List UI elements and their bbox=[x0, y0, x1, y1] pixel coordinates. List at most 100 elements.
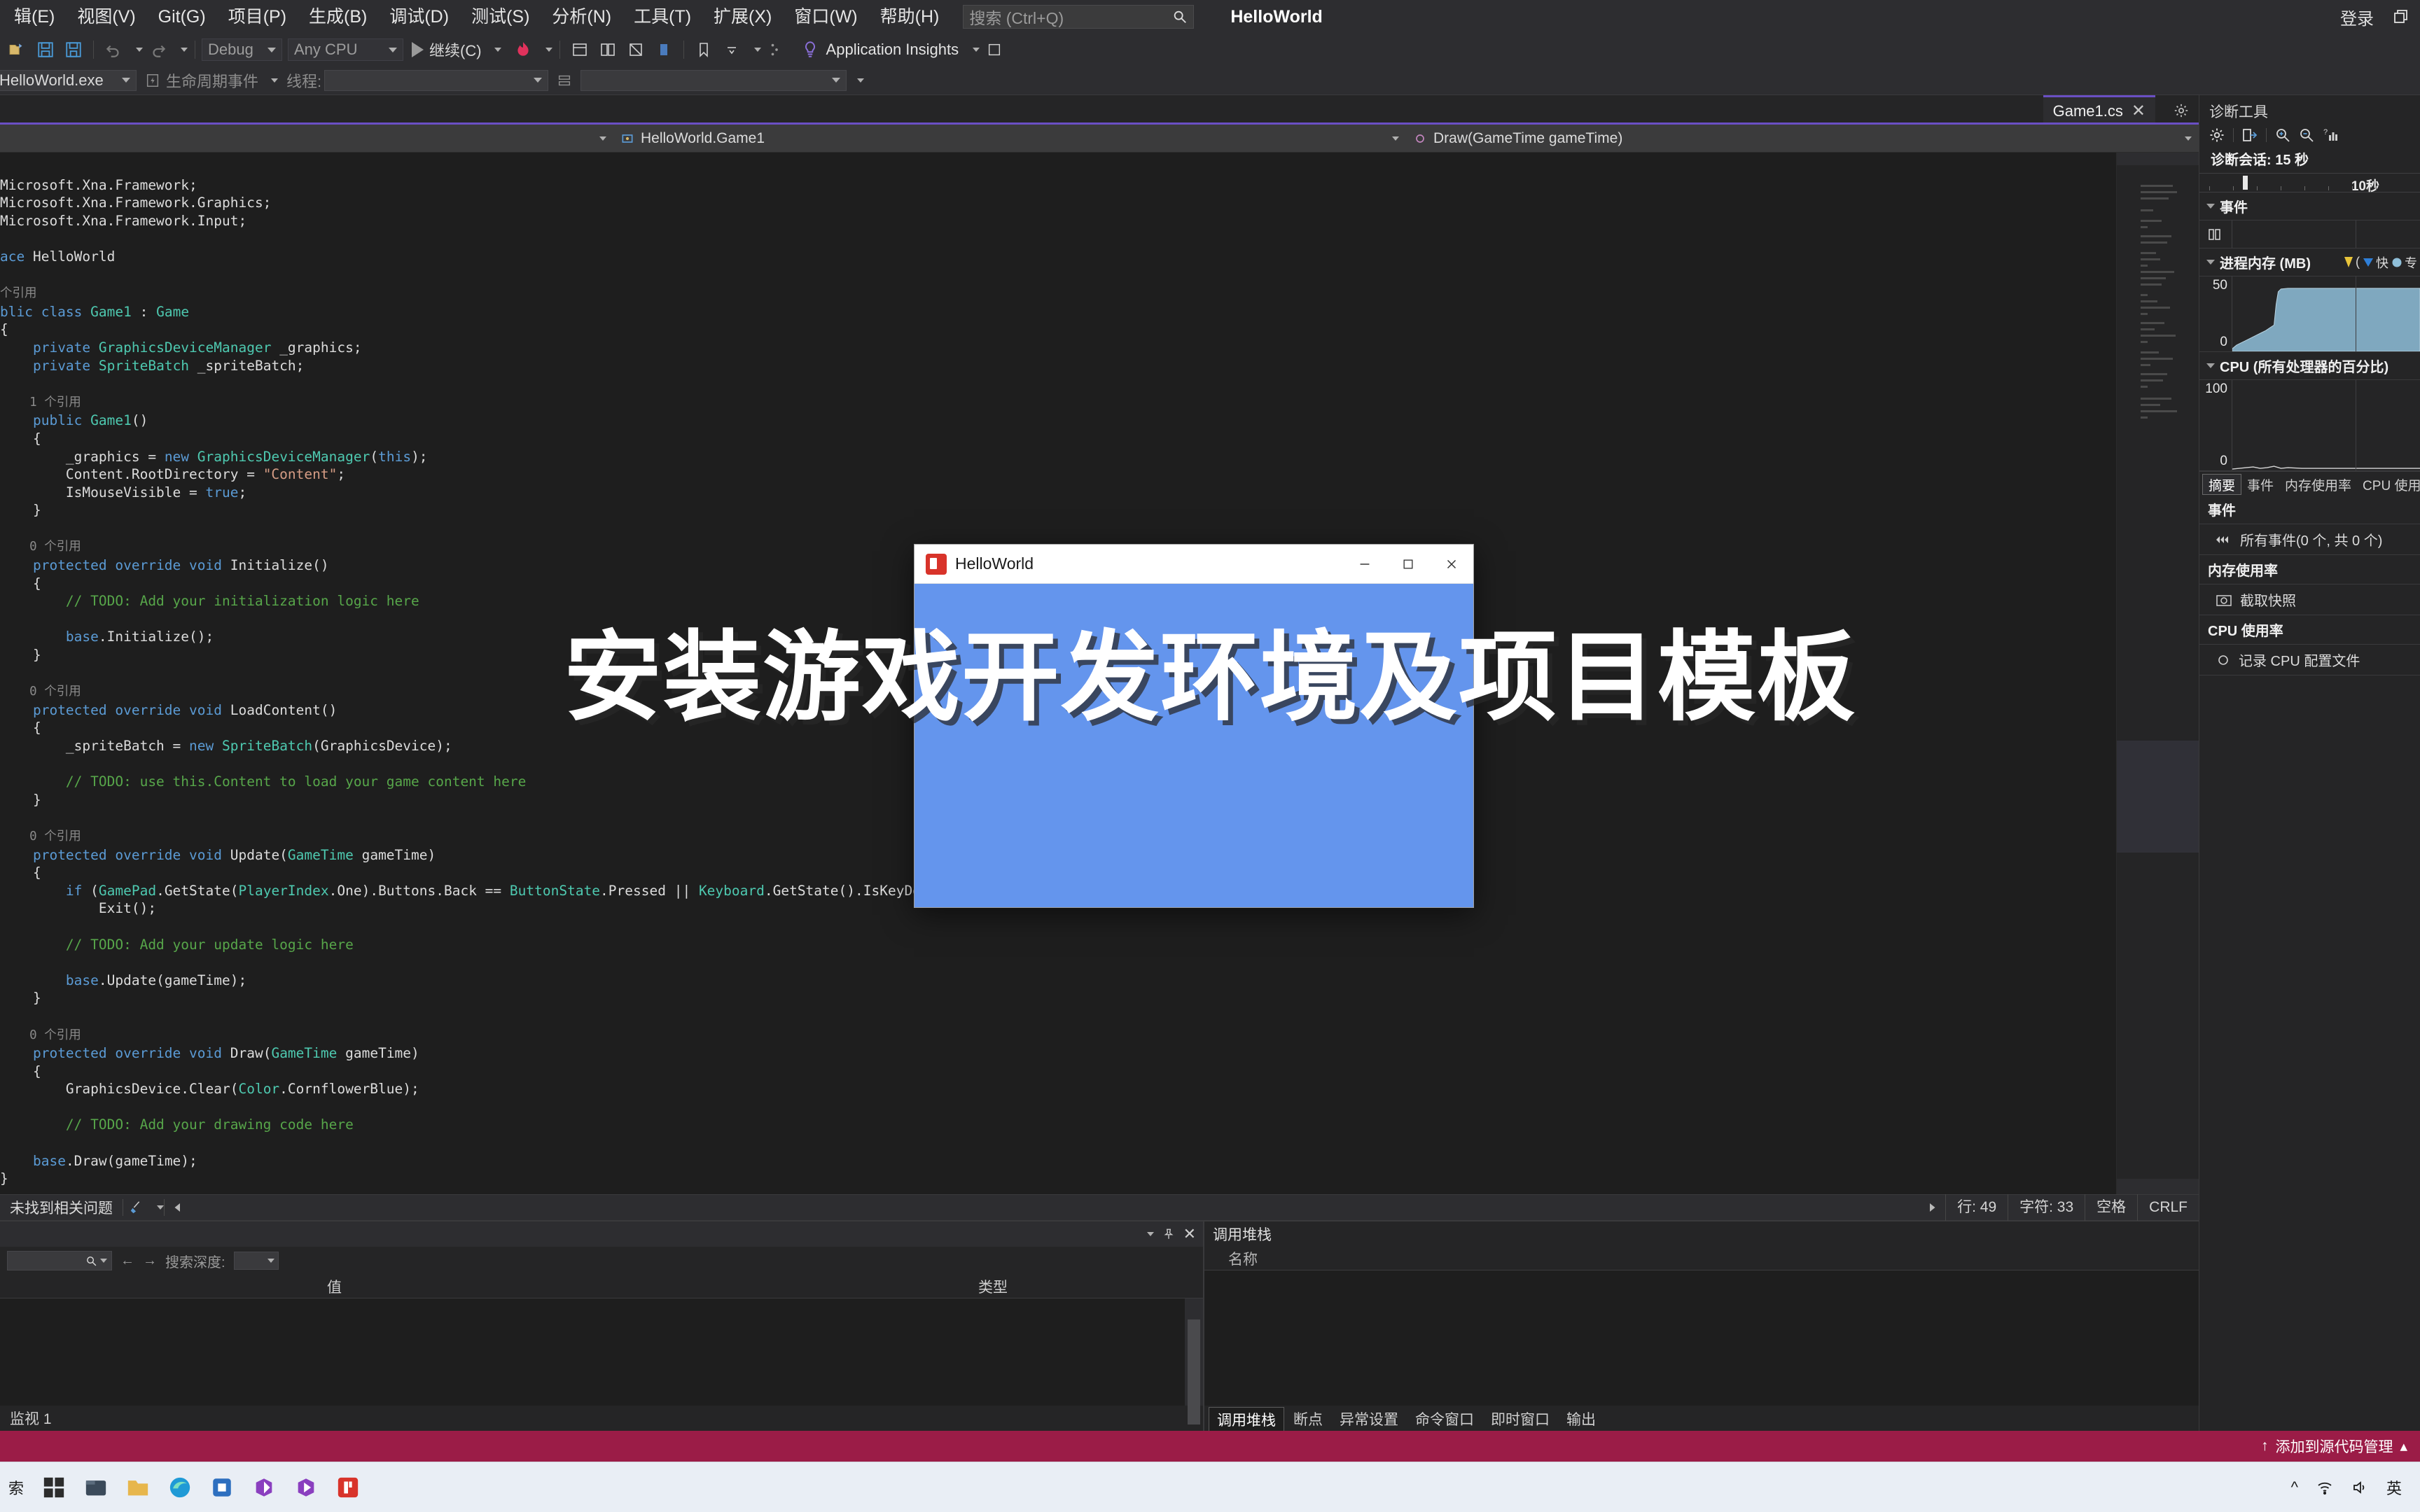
application-insights-button[interactable]: Application Insights bbox=[801, 39, 980, 60]
stack-frame-icon[interactable] bbox=[551, 67, 578, 94]
gear-icon[interactable] bbox=[2174, 103, 2189, 118]
platform-select[interactable]: Any CPU bbox=[288, 38, 403, 61]
chart-help-icon[interactable]: ? bbox=[2320, 125, 2341, 146]
breadcrumb-type[interactable]: HelloWorld.Game1 bbox=[613, 125, 1406, 153]
summary-item-all-events[interactable]: 所有事件(0 个, 共 0 个) bbox=[2199, 524, 2420, 555]
save-all-icon[interactable] bbox=[60, 36, 87, 63]
debug-window-icon[interactable] bbox=[566, 36, 593, 63]
summary-item-record-cpu[interactable]: 记录 CPU 配置文件 bbox=[2199, 645, 2420, 676]
broom-icon[interactable] bbox=[123, 1194, 150, 1221]
monogame-icon[interactable] bbox=[329, 1469, 367, 1506]
add-to-source-control-label[interactable]: 添加到源代码管理 bbox=[2275, 1436, 2393, 1457]
chevron-up-icon[interactable]: ▴ bbox=[2400, 1438, 2407, 1455]
gear-icon[interactable] bbox=[2206, 125, 2227, 146]
diag-tab-memory[interactable]: 内存使用率 bbox=[2279, 474, 2357, 495]
close-icon[interactable]: ✕ bbox=[1183, 1225, 1196, 1243]
redo-arrow-icon[interactable] bbox=[145, 36, 172, 63]
bookmark-dropdown[interactable] bbox=[746, 36, 762, 63]
file-explorer-icon[interactable] bbox=[77, 1469, 115, 1506]
status-indent[interactable]: 空格 bbox=[2085, 1194, 2137, 1221]
status-eol[interactable]: CRLF bbox=[2137, 1194, 2199, 1221]
minimap-viewport-thumb[interactable] bbox=[2117, 741, 2199, 853]
undo-arrow-icon[interactable] bbox=[100, 36, 127, 63]
hot-reload-dropdown[interactable] bbox=[538, 36, 553, 63]
edge-icon[interactable] bbox=[161, 1469, 199, 1506]
diag-tab-cpu[interactable]: CPU 使用 bbox=[2357, 474, 2420, 495]
menu-item-view[interactable]: 视图(V) bbox=[66, 0, 146, 34]
menu-item-tools[interactable]: 工具(T) bbox=[623, 0, 702, 34]
continue-button[interactable]: 继续(C) bbox=[405, 36, 508, 63]
minimize-icon[interactable] bbox=[1343, 545, 1386, 584]
diagnostic-timeline-ruler[interactable]: 10秒 bbox=[2199, 173, 2420, 194]
game-window-titlebar[interactable]: HelloWorld bbox=[915, 545, 1473, 584]
open-folder-icon[interactable] bbox=[4, 36, 31, 63]
summary-item-take-snapshot[interactable]: 截取快照 bbox=[2199, 584, 2420, 615]
tab-command-window[interactable]: 命令窗口 bbox=[1407, 1407, 1482, 1431]
diagnostic-cpu-section[interactable]: CPU (所有处理器的百分比) bbox=[2199, 352, 2420, 380]
menu-item-help[interactable]: 帮助(H) bbox=[869, 0, 951, 34]
redo-dropdown[interactable] bbox=[173, 36, 188, 63]
store-icon[interactable] bbox=[203, 1469, 241, 1506]
lifecycle-events-button[interactable]: 生命周期事件 bbox=[139, 69, 284, 92]
menu-item-edit[interactable]: 辑(E) bbox=[3, 0, 66, 34]
maximize-icon[interactable] bbox=[1386, 545, 1430, 584]
game-canvas[interactable] bbox=[915, 584, 1473, 907]
watch-tab-label[interactable]: 监视 1 bbox=[0, 1406, 1203, 1431]
undo-dropdown[interactable] bbox=[128, 36, 144, 63]
thread-select[interactable] bbox=[324, 69, 549, 91]
tab-output[interactable]: 输出 bbox=[1559, 1407, 1604, 1431]
toolbar-overflow[interactable] bbox=[849, 67, 865, 94]
search-input[interactable]: 搜索 (Ctrl+Q) bbox=[963, 5, 1195, 29]
call-stack-body[interactable] bbox=[1204, 1270, 2199, 1406]
menu-item-git[interactable]: Git(G) bbox=[147, 0, 217, 34]
tab-call-stack[interactable]: 调用堆栈 bbox=[1209, 1407, 1284, 1431]
vs-code-icon[interactable] bbox=[287, 1469, 325, 1506]
editor-minimap-scrollbar[interactable] bbox=[2116, 153, 2199, 1194]
save-icon[interactable] bbox=[32, 36, 59, 63]
menu-item-test[interactable]: 测试(S) bbox=[460, 0, 541, 34]
maximize-restore-icon[interactable] bbox=[2392, 8, 2409, 25]
diagnostic-memory-section[interactable]: 进程内存 (MB) ( 快 专 bbox=[2199, 248, 2420, 276]
menu-item-extensions[interactable]: 扩展(X) bbox=[702, 0, 783, 34]
process-select[interactable]: HelloWorld.exe bbox=[0, 69, 137, 91]
solution-explorer-icon[interactable] bbox=[623, 36, 649, 63]
diag-tab-events[interactable]: 事件 bbox=[2241, 474, 2279, 495]
search-label[interactable]: 索 bbox=[8, 1476, 24, 1499]
network-icon[interactable] bbox=[2316, 1479, 2333, 1496]
highlight-icon[interactable] bbox=[651, 36, 677, 63]
ime-indicator[interactable]: 英 bbox=[2386, 1476, 2402, 1499]
watch-vertical-scrollbar[interactable] bbox=[1185, 1298, 1203, 1424]
menu-item-build[interactable]: 生成(B) bbox=[298, 0, 378, 34]
menu-item-window[interactable]: 窗口(W) bbox=[783, 0, 868, 34]
minimap-top-cap[interactable] bbox=[2117, 153, 2199, 165]
braces-icon[interactable] bbox=[763, 36, 790, 63]
sign-in-link[interactable]: 登录 bbox=[2340, 5, 2374, 29]
bookmark-clear-icon[interactable] bbox=[718, 36, 745, 63]
menu-item-project[interactable]: 项目(P) bbox=[217, 0, 298, 34]
expand-right-icon[interactable] bbox=[1919, 1194, 1945, 1221]
breadcrumb-member[interactable]: Draw(GameTime gameTime) bbox=[1406, 125, 2199, 153]
close-icon[interactable] bbox=[1430, 545, 1473, 584]
folder-icon[interactable] bbox=[119, 1469, 157, 1506]
tab-breakpoints[interactable]: 断点 bbox=[1286, 1407, 1330, 1431]
arrow-left-icon[interactable]: ← bbox=[120, 1253, 134, 1269]
tab-exception-settings[interactable]: 异常设置 bbox=[1332, 1407, 1406, 1431]
build-configuration-select[interactable]: Debug bbox=[202, 38, 282, 61]
minimap-bottom-cap[interactable] bbox=[2117, 1179, 2199, 1194]
diag-tab-summary[interactable]: 摘要 bbox=[2202, 474, 2242, 495]
arrow-right-icon[interactable]: → bbox=[143, 1253, 157, 1269]
windows-start-icon[interactable] bbox=[35, 1469, 73, 1506]
stack-frame-select[interactable] bbox=[580, 69, 847, 91]
zoom-in-icon[interactable] bbox=[2272, 125, 2293, 146]
game-window[interactable]: HelloWorld bbox=[914, 544, 1474, 908]
hot-reload-flame-icon[interactable] bbox=[510, 36, 536, 63]
zoom-out-icon[interactable] bbox=[2296, 125, 2317, 146]
vs-installer-icon[interactable] bbox=[245, 1469, 283, 1506]
close-icon[interactable]: ✕ bbox=[2132, 101, 2146, 121]
layout-icon[interactable] bbox=[594, 36, 621, 63]
pin-icon[interactable] bbox=[1162, 1228, 1175, 1240]
app-insights-extra-icon[interactable] bbox=[981, 36, 1008, 63]
export-icon[interactable] bbox=[2239, 125, 2260, 146]
tab-immediate-window[interactable]: 即时窗口 bbox=[1483, 1407, 1557, 1431]
watch-grid-body[interactable] bbox=[0, 1298, 1203, 1424]
